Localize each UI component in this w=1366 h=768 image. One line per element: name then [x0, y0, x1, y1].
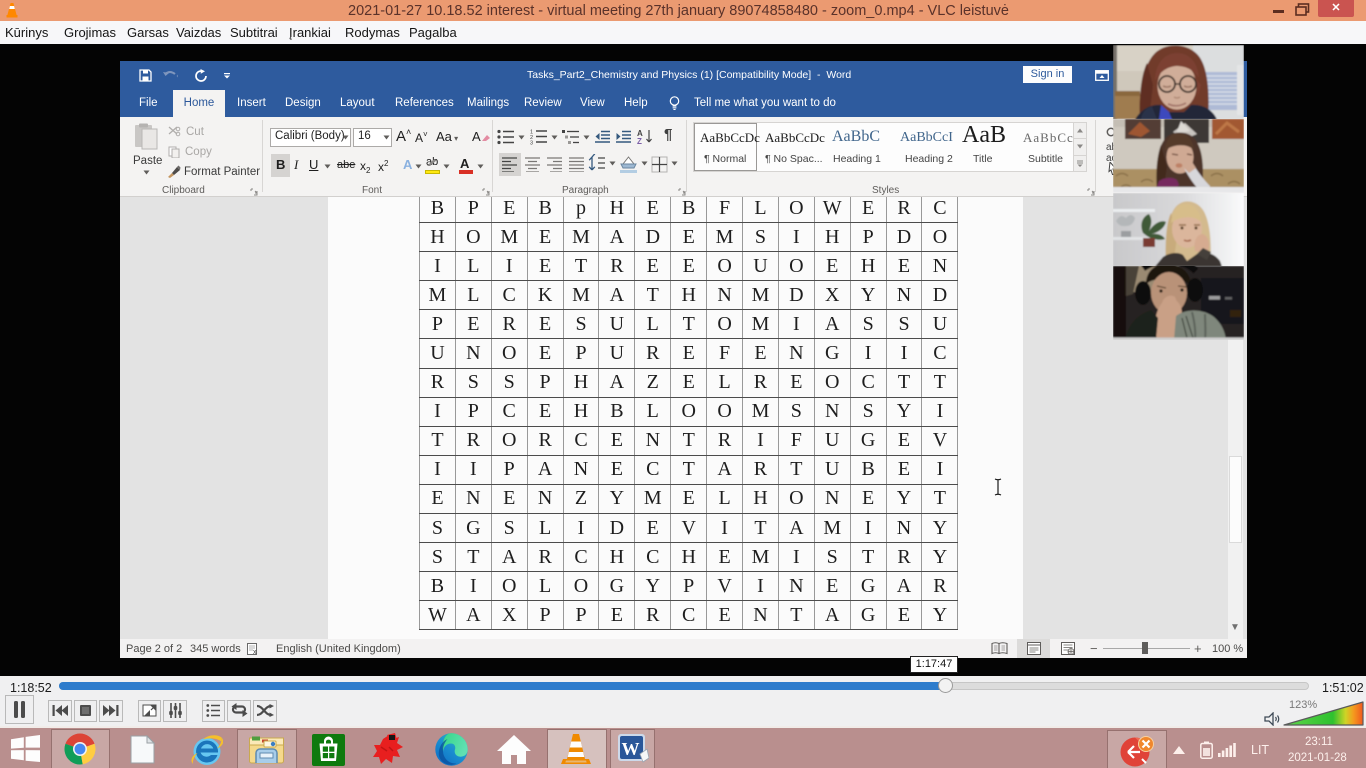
svg-text:Z: Z — [637, 137, 642, 145]
svg-text:3: 3 — [530, 141, 533, 146]
svg-text:W: W — [622, 739, 640, 759]
svg-text:x: x — [253, 649, 257, 655]
